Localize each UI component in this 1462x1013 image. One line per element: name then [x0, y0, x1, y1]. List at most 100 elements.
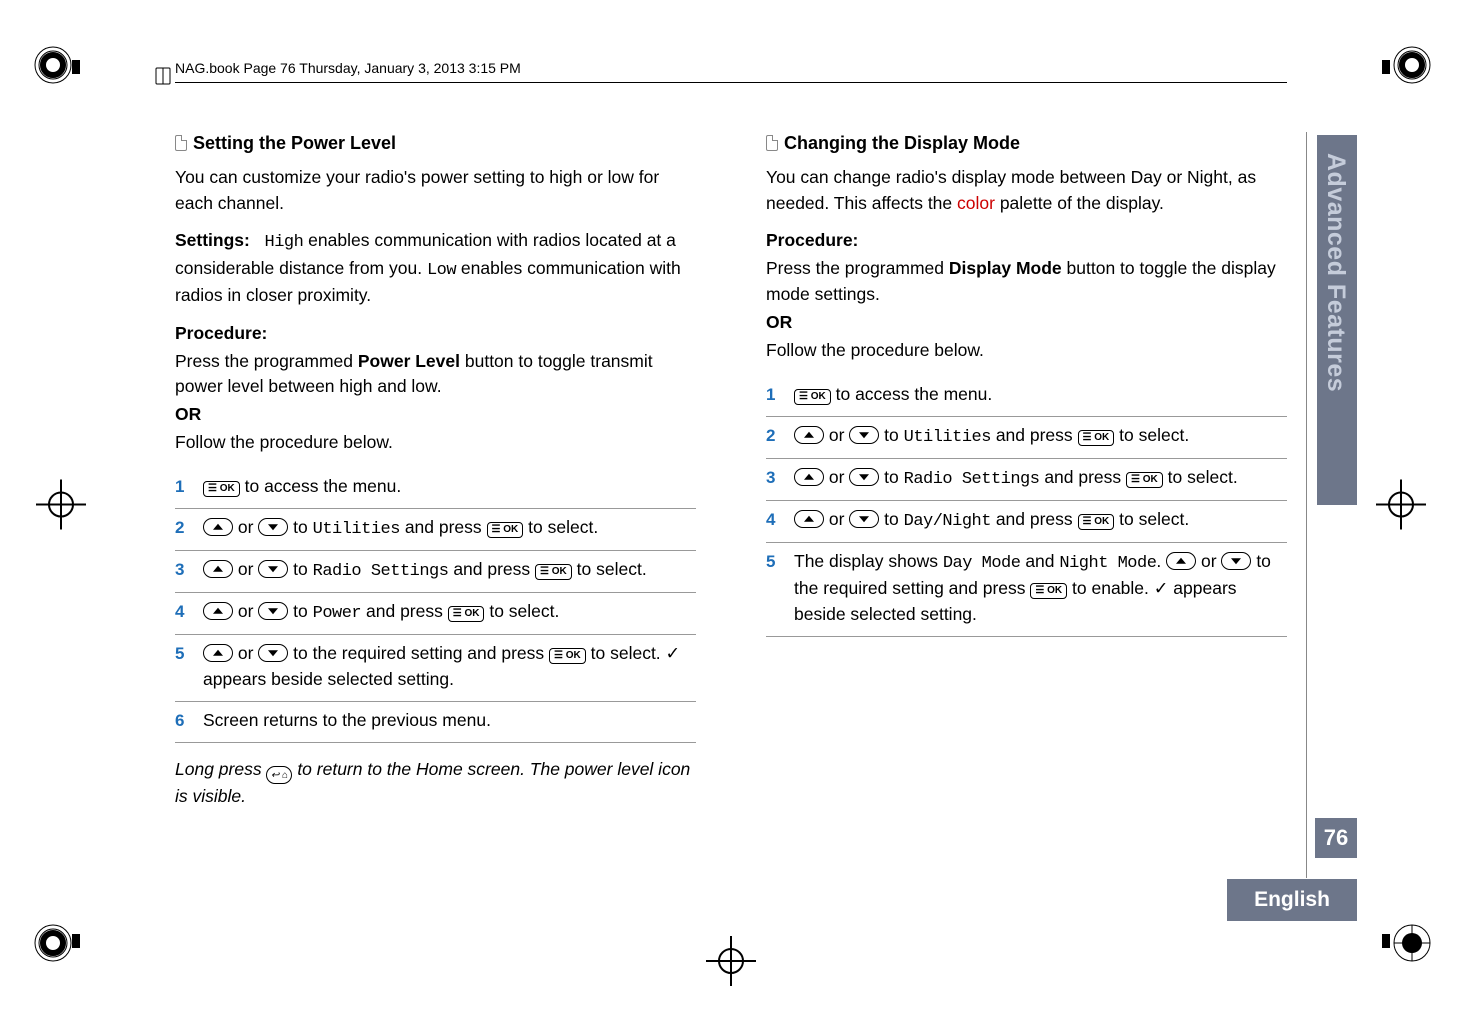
- mono: Radio Settings: [313, 562, 449, 581]
- step-num: 2: [766, 423, 780, 448]
- left-settings-line: Settings: High enables communication wit…: [175, 228, 696, 308]
- red-word: color: [957, 193, 995, 213]
- note-pre: Long press: [175, 759, 266, 779]
- t: to select.: [484, 601, 559, 621]
- right-title-row: Changing the Display Mode: [766, 130, 1287, 157]
- down-arrow-key-icon: [849, 468, 879, 486]
- left-intro: You can customize your radio's power set…: [175, 165, 696, 217]
- registration-mark-bottom-right: [1374, 918, 1434, 973]
- right-title: Changing the Display Mode: [784, 133, 1020, 153]
- step-body: or to Utilities and press ☰ OK to select…: [203, 515, 696, 542]
- left-procedure-label: Procedure:: [175, 323, 267, 343]
- up-arrow-key-icon: [203, 602, 233, 620]
- t: and press: [991, 425, 1078, 445]
- left-step-1: 1 ☰ OK to access the menu.: [175, 468, 696, 509]
- t: to: [288, 559, 312, 579]
- mono: Utilities: [313, 520, 400, 539]
- menu-ok-key-icon: ☰ OK: [1126, 472, 1163, 488]
- t: and press: [361, 601, 448, 621]
- right-step-3: 3 or to Radio Settings and press ☰ OK to…: [766, 459, 1287, 501]
- left-step-2: 2 or to Utilities and press ☰ OK to sele…: [175, 509, 696, 551]
- right-step-2: 2 or to Utilities and press ☰ OK to sele…: [766, 417, 1287, 459]
- step-num: 1: [175, 474, 189, 499]
- menu-ok-key-icon: ☰ OK: [487, 522, 524, 538]
- settings-high: High: [265, 233, 304, 252]
- t: to select.: [572, 559, 647, 579]
- left-proc-bold: Power Level: [358, 351, 460, 371]
- step-body: or to Radio Settings and press ☰ OK to s…: [203, 557, 696, 584]
- right-step-4: 4 or to Day/Night and press ☰ OK to sele…: [766, 501, 1287, 543]
- t: and press: [991, 509, 1078, 529]
- page-icon: [175, 135, 187, 151]
- t: to: [879, 509, 903, 529]
- up-arrow-key-icon: [1166, 552, 1196, 570]
- right-intro: You can change radio's display mode betw…: [766, 165, 1287, 217]
- step-num: 3: [766, 465, 780, 490]
- menu-ok-key-icon: ☰ OK: [1030, 583, 1067, 599]
- down-arrow-key-icon: [849, 426, 879, 444]
- book-icon: [153, 65, 175, 92]
- menu-ok-key-icon: ☰ OK: [549, 648, 586, 664]
- step-num: 6: [175, 708, 189, 733]
- left-step-4: 4 or to Power and press ☰ OK to select.: [175, 593, 696, 635]
- t: to enable.: [1067, 578, 1154, 598]
- left-note: Long press ↩ ⌂ to return to the Home scr…: [175, 757, 696, 810]
- step-num: 5: [766, 549, 780, 574]
- header-rule: [175, 82, 1287, 83]
- left-follow: Follow the procedure below.: [175, 430, 696, 456]
- right-or: OR: [766, 312, 792, 332]
- right-column: Changing the Display Mode You can change…: [766, 130, 1287, 893]
- t: and press: [1039, 467, 1126, 487]
- step-body: ☰ OK to access the menu.: [203, 474, 696, 500]
- t: to select.: [1163, 467, 1238, 487]
- step-num: 4: [766, 507, 780, 532]
- t: to: [288, 601, 312, 621]
- down-arrow-key-icon: [849, 510, 879, 528]
- step-body: or to Day/Night and press ☰ OK to select…: [794, 507, 1287, 534]
- t: to select.: [586, 643, 666, 663]
- step-num: 2: [175, 515, 189, 540]
- step-body: or to Power and press ☰ OK to select.: [203, 599, 696, 626]
- right-step-5: 5 The display shows Day Mode and Night M…: [766, 543, 1287, 637]
- left-title: Setting the Power Level: [193, 133, 396, 153]
- left-step-6: 6 Screen returns to the previous menu.: [175, 702, 696, 743]
- page-number: 76: [1315, 818, 1357, 858]
- right-proc-bold: Display Mode: [949, 258, 1062, 278]
- mono: Night Mode: [1059, 554, 1156, 573]
- left-column: Setting the Power Level You can customiz…: [175, 130, 696, 893]
- mono: Power: [313, 604, 362, 623]
- right-follow: Follow the procedure below.: [766, 338, 1287, 364]
- registration-cross-right: [1376, 479, 1426, 534]
- menu-ok-key-icon: ☰ OK: [448, 606, 485, 622]
- t: Press the programmed: [766, 258, 949, 278]
- check-icon: ✓: [666, 643, 681, 663]
- left-procedure-line: Press the programmed Power Level button …: [175, 349, 696, 401]
- step-body: The display shows Day Mode and Night Mod…: [794, 549, 1287, 628]
- menu-ok-key-icon: ☰ OK: [203, 481, 240, 497]
- t: to select.: [1114, 425, 1189, 445]
- t: to: [879, 425, 903, 445]
- settings-label: Settings:: [175, 230, 250, 250]
- step-num: 5: [175, 641, 189, 666]
- menu-ok-key-icon: ☰ OK: [535, 564, 572, 580]
- t: appears beside selected setting.: [203, 669, 454, 689]
- header-running-text: NAG.book Page 76 Thursday, January 3, 20…: [175, 60, 521, 76]
- left-title-row: Setting the Power Level: [175, 130, 696, 157]
- menu-ok-key-icon: ☰ OK: [1078, 514, 1115, 530]
- t: to: [288, 517, 312, 537]
- right-step-1: 1 ☰ OK to access the menu.: [766, 376, 1287, 417]
- t: to access the menu.: [831, 384, 992, 404]
- mono: Radio Settings: [904, 470, 1040, 489]
- registration-mark-top-right: [1374, 40, 1434, 95]
- t: and: [1020, 551, 1059, 571]
- up-arrow-key-icon: [203, 518, 233, 536]
- registration-mark-bottom-left: [28, 918, 88, 973]
- up-arrow-key-icon: [203, 644, 233, 662]
- right-procedure-line: Press the programmed Display Mode button…: [766, 256, 1287, 308]
- left-step-3: 3 or to Radio Settings and press ☰ OK to…: [175, 551, 696, 593]
- up-arrow-key-icon: [203, 560, 233, 578]
- mono: Day/Night: [904, 512, 991, 531]
- step-text: to access the menu.: [240, 476, 401, 496]
- step-body: or to Radio Settings and press ☰ OK to s…: [794, 465, 1287, 492]
- t: The display shows: [794, 551, 943, 571]
